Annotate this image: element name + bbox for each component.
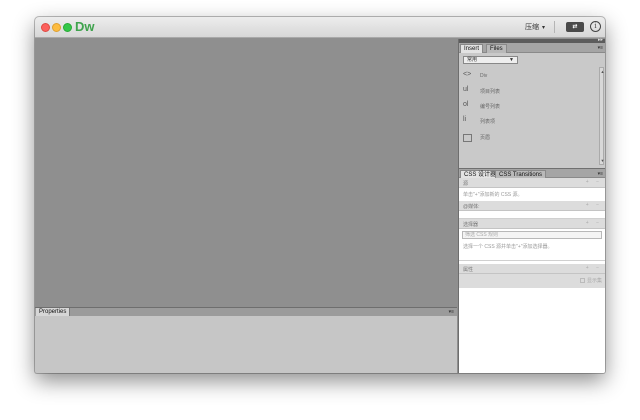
insert-item-ul[interactable]: ul 项目列表	[463, 85, 593, 99]
insert-files-tab-bar: Insert Files ▾≡	[459, 43, 605, 53]
insert-item-label: 页眉	[480, 135, 491, 141]
show-set-checkbox[interactable]: 显示集	[579, 277, 602, 284]
header-icon	[463, 134, 472, 142]
selectors-section-header[interactable]: 选择器 + −	[459, 219, 605, 229]
sources-section-header[interactable]: 源 + −	[459, 178, 605, 188]
sources-hint: 单击"+"添加新的 CSS 源。	[463, 192, 523, 198]
dreamweaver-window: Dw 压缩 ▾ ⇄ i Properties ▾≡ ▸▸ Insert Files…	[35, 17, 605, 373]
chevron-down-icon: ▼	[509, 57, 514, 63]
insert-panel: 常用 ▼ <> Div ul 项目列表 ol 编号列表 li 列表项 页眉 ▲ …	[459, 53, 605, 167]
close-window-button[interactable]	[41, 23, 50, 32]
tab-files[interactable]: Files	[486, 44, 507, 53]
selectors-hint: 选择一个 CSS 源并单击"+"添加选择器。	[463, 244, 553, 250]
zoom-window-button[interactable]	[63, 23, 72, 32]
title-bar: Dw 压缩 ▾ ⇄ i	[35, 17, 605, 38]
ordered-list-icon: ol	[463, 101, 469, 108]
info-icon[interactable]: i	[590, 21, 601, 32]
scroll-down-icon[interactable]: ▼	[600, 158, 605, 163]
selectors-title: 选择器	[463, 222, 479, 228]
properties-panel	[35, 316, 457, 373]
insert-item-ol[interactable]: ol 编号列表	[463, 100, 593, 114]
insert-item-label: 编号列表	[480, 104, 501, 110]
insert-item-div[interactable]: <> Div	[463, 70, 593, 84]
selector-filter-input[interactable]: 筛选 CSS 规则	[462, 231, 602, 239]
toolbar-divider	[554, 21, 555, 33]
minimize-window-button[interactable]	[52, 23, 61, 32]
right-panel-dock: ▸▸ Insert Files ▾≡ 常用 ▼ <> Div ul 项目列表 o…	[458, 37, 605, 373]
section-divider	[459, 260, 605, 261]
properties-toolbar: 显示集	[459, 274, 605, 288]
add-remove-selector-icons[interactable]: + −	[586, 220, 602, 226]
workspace-layout-label: 压缩	[524, 24, 539, 31]
div-icon: <>	[463, 71, 472, 78]
add-remove-source-icons[interactable]: + −	[586, 179, 602, 185]
chevron-down-icon: ▾	[541, 25, 545, 31]
insert-panel-scrollbar[interactable]: ▲ ▼	[599, 67, 604, 165]
css-designer-panel: 源 + − 单击"+"添加新的 CSS 源。 @媒体: + − 选择器 + − …	[459, 178, 605, 373]
insert-item-li[interactable]: li 列表项	[463, 115, 593, 129]
app-logo: Dw	[75, 19, 95, 34]
css-properties-title: 属性	[463, 267, 474, 273]
sync-settings-button[interactable]: ⇄	[566, 22, 584, 32]
insert-item-label: 列表项	[480, 119, 496, 125]
checkbox-icon	[579, 278, 585, 284]
insert-category-select[interactable]: 常用 ▼	[463, 56, 518, 64]
unordered-list-icon: ul	[463, 86, 469, 93]
insert-item-label: Div	[480, 73, 488, 79]
insert-item-header[interactable]: 页眉	[463, 131, 593, 145]
insert-category-value: 常用	[467, 57, 478, 63]
media-title: @媒体:	[463, 204, 480, 210]
properties-section-header[interactable]: 属性 + −	[459, 264, 605, 274]
add-remove-property-icons[interactable]: + −	[586, 265, 602, 271]
sources-title: 源	[463, 181, 469, 187]
insert-item-label: 项目列表	[480, 89, 501, 95]
css-tab-bar: CSS 设计器 CSS Transitions ▾≡	[459, 168, 605, 179]
insert-panel-menu-icon[interactable]: ▾≡	[598, 43, 603, 53]
scroll-up-icon[interactable]: ▲	[600, 69, 605, 74]
workspace-layout-menu[interactable]: 压缩 ▾	[525, 22, 545, 32]
add-remove-media-icons[interactable]: + −	[586, 202, 602, 208]
document-area[interactable]	[35, 39, 457, 307]
show-set-label: 显示集	[586, 278, 602, 284]
media-section-header[interactable]: @媒体: + −	[459, 201, 605, 211]
list-item-icon: li	[463, 116, 467, 123]
properties-tab-bar: Properties ▾≡	[35, 307, 457, 317]
tab-insert[interactable]: Insert	[460, 44, 484, 53]
